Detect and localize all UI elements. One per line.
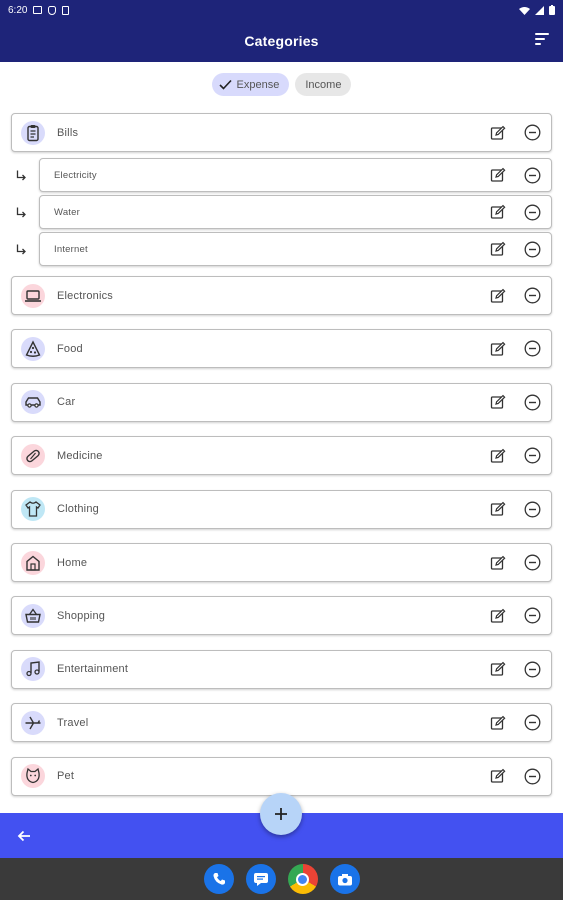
edit-icon[interactable] xyxy=(489,554,507,572)
category-row[interactable]: Shopping xyxy=(11,596,552,636)
shirt-icon xyxy=(21,497,45,522)
edit-icon[interactable] xyxy=(489,607,507,625)
check-icon xyxy=(218,79,232,90)
house-icon xyxy=(21,550,45,575)
remove-icon[interactable] xyxy=(523,767,541,785)
sort-icon[interactable] xyxy=(535,33,551,47)
page-title: Categories xyxy=(244,33,319,49)
category-name: Bills xyxy=(57,126,79,139)
music-icon xyxy=(21,657,45,682)
basket-icon xyxy=(21,603,45,628)
category-name: Clothing xyxy=(57,503,99,516)
category-name: Entertainment xyxy=(57,663,129,676)
edit-icon[interactable] xyxy=(489,240,507,258)
category-row[interactable]: Entertainment xyxy=(11,649,552,689)
chrome-app-icon[interactable] xyxy=(287,864,318,894)
app-bar: Categories xyxy=(0,20,563,62)
pill-icon xyxy=(21,443,45,468)
status-time: 6:20 xyxy=(8,4,28,16)
category-row[interactable]: Food xyxy=(11,329,552,369)
remove-icon[interactable] xyxy=(523,447,541,465)
edit-icon[interactable] xyxy=(489,500,507,518)
edit-icon[interactable] xyxy=(489,166,507,184)
remove-icon[interactable] xyxy=(523,714,541,732)
edit-icon[interactable] xyxy=(489,714,507,732)
expense-chip[interactable]: Expense xyxy=(211,73,290,96)
airplane-icon xyxy=(21,710,45,735)
signal-icon xyxy=(535,5,544,15)
notification-icon xyxy=(33,6,43,14)
clipboard-icon xyxy=(21,120,45,145)
edit-icon[interactable] xyxy=(489,287,507,305)
subcategory-row[interactable]: Internet xyxy=(39,232,552,266)
laptop-icon xyxy=(21,283,45,308)
category-name: Home xyxy=(57,556,88,569)
subcategory-arrow-icon xyxy=(14,243,28,257)
plus-icon xyxy=(275,808,287,820)
subcategory-row[interactable]: Electricity xyxy=(39,158,552,192)
category-row[interactable]: Car xyxy=(11,382,552,422)
category-row[interactable]: Clothing xyxy=(11,489,552,529)
category-name: Water xyxy=(54,206,80,218)
edit-icon[interactable] xyxy=(489,124,507,142)
remove-icon[interactable] xyxy=(523,393,541,411)
category-name: Food xyxy=(57,342,83,355)
income-chip-label: Income xyxy=(305,78,342,91)
pizza-icon xyxy=(21,336,45,361)
back-arrow-icon[interactable] xyxy=(16,828,32,844)
category-name: Medicine xyxy=(57,449,103,462)
category-row[interactable]: Medicine xyxy=(11,436,552,476)
camera-app-icon[interactable] xyxy=(329,864,360,894)
edit-icon[interactable] xyxy=(489,203,507,221)
messages-app-icon[interactable] xyxy=(245,864,276,894)
subcategory-row[interactable]: Water xyxy=(39,195,552,229)
category-row[interactable]: Travel xyxy=(11,703,552,743)
expense-chip-label: Expense xyxy=(236,78,280,91)
remove-icon[interactable] xyxy=(523,124,541,142)
car-icon xyxy=(21,390,45,415)
category-name: Travel xyxy=(57,716,89,729)
wifi-icon xyxy=(519,6,530,15)
category-name: Electricity xyxy=(54,169,97,181)
category-name: Pet xyxy=(57,770,75,783)
category-name: Car xyxy=(57,396,76,409)
battery-icon xyxy=(549,5,555,15)
category-row[interactable]: Electronics xyxy=(11,276,552,315)
category-name: Shopping xyxy=(57,609,106,622)
edit-icon[interactable] xyxy=(489,340,507,358)
remove-icon[interactable] xyxy=(523,340,541,358)
edit-icon[interactable] xyxy=(489,393,507,411)
edit-icon[interactable] xyxy=(489,447,507,465)
category-row[interactable]: Home xyxy=(11,543,552,582)
remove-icon[interactable] xyxy=(523,554,541,572)
category-name: Internet xyxy=(54,243,88,255)
category-name: Electronics xyxy=(57,289,113,302)
system-dock xyxy=(0,858,563,900)
cat-icon xyxy=(21,764,45,789)
status-bar: 6:20 xyxy=(0,0,563,20)
remove-icon[interactable] xyxy=(523,240,541,258)
remove-icon[interactable] xyxy=(523,500,541,518)
remove-icon[interactable] xyxy=(523,660,541,678)
add-category-button[interactable] xyxy=(260,793,302,835)
remove-icon[interactable] xyxy=(523,607,541,625)
remove-icon[interactable] xyxy=(523,287,541,305)
shield-status-icon xyxy=(48,5,57,15)
phone-app-icon[interactable] xyxy=(203,864,234,894)
category-row[interactable]: Pet xyxy=(11,756,552,796)
type-filter: Expense Income xyxy=(0,73,563,96)
subcategory-arrow-icon xyxy=(14,206,28,220)
category-row[interactable]: Bills xyxy=(11,113,552,152)
subcategory-arrow-icon xyxy=(14,169,28,183)
remove-icon[interactable] xyxy=(523,203,541,221)
edit-icon[interactable] xyxy=(489,660,507,678)
sd-card-icon xyxy=(62,5,70,15)
income-chip[interactable]: Income xyxy=(295,73,352,96)
edit-icon[interactable] xyxy=(489,767,507,785)
remove-icon[interactable] xyxy=(523,166,541,184)
